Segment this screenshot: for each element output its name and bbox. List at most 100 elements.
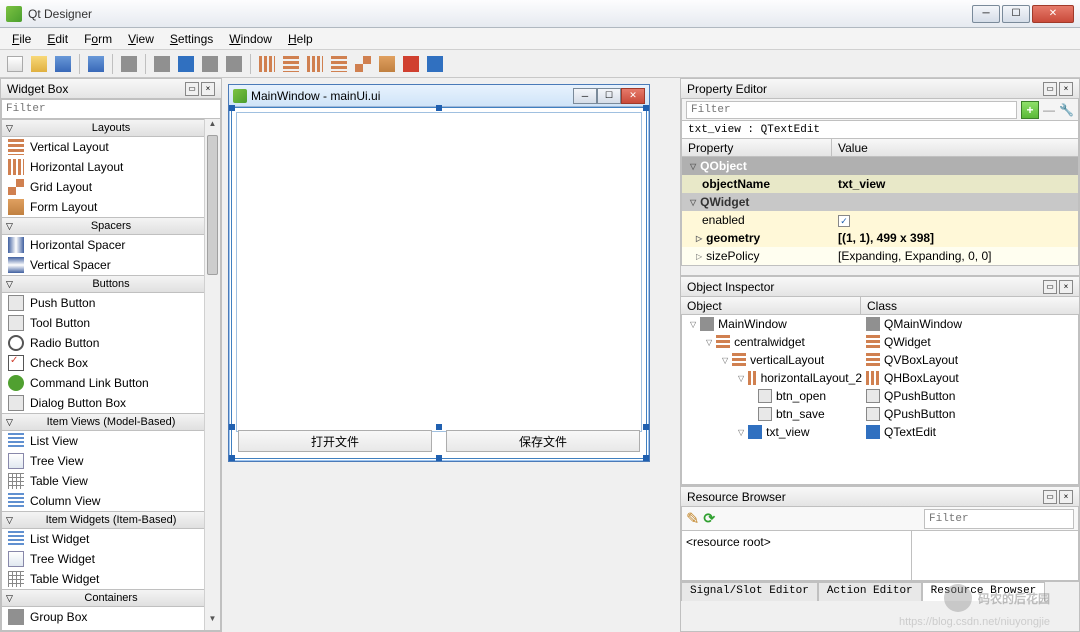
menu-view[interactable]: View xyxy=(120,30,162,48)
tool-editwidgets[interactable] xyxy=(151,53,173,75)
pe-body[interactable]: ▽QObject objectNametxt_view ▽QWidget ena… xyxy=(681,157,1079,266)
txtview-widget[interactable] xyxy=(236,112,642,432)
btn-open[interactable]: 打开文件 xyxy=(238,430,432,452)
pe-row-sizepolicy[interactable]: ▷sizePolicy[Expanding, Expanding, 0, 0] xyxy=(682,247,1078,265)
pe-row-enabled[interactable]: enabled✓ xyxy=(682,211,1078,229)
menu-file[interactable]: File xyxy=(4,30,39,48)
tool-new[interactable] xyxy=(4,53,26,75)
widgetbox-body[interactable]: ▽LayoutsVertical LayoutHorizontal Layout… xyxy=(1,119,221,631)
widgetbox-close-button[interactable]: × xyxy=(201,82,215,96)
tool-breaklayout[interactable] xyxy=(400,53,422,75)
wb-item[interactable]: List View xyxy=(2,431,220,451)
tool-save[interactable] xyxy=(52,53,74,75)
tool-edittabs[interactable] xyxy=(223,53,245,75)
wb-item[interactable]: Tree View xyxy=(2,451,220,471)
menu-help[interactable]: Help xyxy=(280,30,321,48)
wb-item[interactable]: Column View xyxy=(2,491,220,511)
wb-item[interactable]: Radio Button xyxy=(2,333,220,353)
close-button[interactable]: ✕ xyxy=(1032,5,1074,23)
pe-close-button[interactable]: × xyxy=(1059,82,1073,96)
tool-grid[interactable] xyxy=(352,53,374,75)
form-close-button[interactable]: ✕ xyxy=(621,88,645,104)
btn-save[interactable]: 保存文件 xyxy=(446,430,640,452)
tab-resource[interactable]: Resource Browser xyxy=(922,582,1046,601)
wb-category[interactable]: ▽Spacers xyxy=(2,217,220,235)
form-window[interactable]: MainWindow - mainUi.ui ─ ☐ ✕ 打开文件 保存文件 xyxy=(228,84,650,462)
pe-filter-input[interactable] xyxy=(686,101,1017,119)
pe-row-objectname[interactable]: objectNametxt_view xyxy=(682,175,1078,193)
pe-row-geometry[interactable]: ▷geometry[(1, 1), 499 x 398] xyxy=(682,229,1078,247)
wb-category[interactable]: ▽Item Widgets (Item-Based) xyxy=(2,511,220,529)
oi-close-button[interactable]: × xyxy=(1059,280,1073,294)
wb-item[interactable]: Tree Widget xyxy=(2,549,220,569)
tab-signalslot[interactable]: Signal/Slot Editor xyxy=(681,582,818,601)
widgetbox-float-button[interactable]: ▭ xyxy=(185,82,199,96)
pe-add-button[interactable]: + xyxy=(1021,101,1039,119)
pe-config-button[interactable]: 🔧 xyxy=(1059,103,1074,117)
wb-item[interactable]: Push Button xyxy=(2,293,220,313)
widgetbox-filter-input[interactable] xyxy=(1,99,221,119)
wb-item[interactable]: Vertical Spacer xyxy=(2,255,220,275)
form-body[interactable]: 打开文件 保存文件 xyxy=(231,107,647,459)
tool-editsignals[interactable] xyxy=(175,53,197,75)
tool-vsplit[interactable] xyxy=(328,53,350,75)
tool-sendback[interactable] xyxy=(118,53,140,75)
wb-item[interactable]: List Widget xyxy=(2,529,220,549)
scrollbar-thumb[interactable] xyxy=(207,135,218,275)
rb-close-button[interactable]: × xyxy=(1059,490,1073,504)
wb-item[interactable]: Form Layout xyxy=(2,197,220,217)
wb-item[interactable]: Table View xyxy=(2,471,220,491)
menu-settings[interactable]: Settings xyxy=(162,30,221,48)
oi-row[interactable]: ▽MainWindowQMainWindow xyxy=(682,315,1078,333)
wb-item[interactable]: Horizontal Layout xyxy=(2,157,220,177)
form-minimize-button[interactable]: ─ xyxy=(573,88,597,104)
wb-category[interactable]: ▽Layouts xyxy=(2,119,220,137)
pe-group-qobject[interactable]: ▽QObject xyxy=(682,157,1078,175)
minimize-button[interactable]: ─ xyxy=(972,5,1000,23)
oi-row[interactable]: ▽verticalLayoutQVBoxLayout xyxy=(682,351,1078,369)
rb-filter-input[interactable] xyxy=(924,509,1074,529)
rb-tree[interactable]: <resource root> xyxy=(682,531,912,580)
widgetbox-scrollbar[interactable]: ▲ ▼ xyxy=(204,119,220,630)
oi-float-button[interactable]: ▭ xyxy=(1043,280,1057,294)
tool-hlayout[interactable] xyxy=(256,53,278,75)
menu-form[interactable]: Form xyxy=(76,30,120,48)
form-maximize-button[interactable]: ☐ xyxy=(597,88,621,104)
tool-open[interactable] xyxy=(28,53,50,75)
tab-action[interactable]: Action Editor xyxy=(818,582,922,601)
wb-item[interactable]: Group Box xyxy=(2,607,220,627)
tool-saveall[interactable] xyxy=(85,53,107,75)
wb-category[interactable]: ▽Buttons xyxy=(2,275,220,293)
wb-item[interactable]: Vertical Layout xyxy=(2,137,220,157)
wb-item[interactable]: Check Box xyxy=(2,353,220,373)
wb-category[interactable]: ▽Item Views (Model-Based) xyxy=(2,413,220,431)
pe-minus-button[interactable]: — xyxy=(1043,103,1055,117)
oi-body[interactable]: ▽MainWindowQMainWindow▽centralwidgetQWid… xyxy=(681,315,1079,485)
pe-float-button[interactable]: ▭ xyxy=(1043,82,1057,96)
wb-item[interactable]: Command Link Button xyxy=(2,373,220,393)
oi-row[interactable]: ▽txt_viewQTextEdit xyxy=(682,423,1078,441)
rb-edit-icon[interactable]: ✎ xyxy=(686,509,699,529)
maximize-button[interactable]: ☐ xyxy=(1002,5,1030,23)
wb-item[interactable]: Grid Layout xyxy=(2,177,220,197)
form-titlebar[interactable]: MainWindow - mainUi.ui ─ ☐ ✕ xyxy=(229,85,649,107)
rb-reload-icon[interactable]: ⟳ xyxy=(703,510,715,527)
design-surface[interactable]: MainWindow - mainUi.ui ─ ☐ ✕ 打开文件 保存文件 xyxy=(222,78,680,632)
menu-edit[interactable]: Edit xyxy=(39,30,76,48)
wb-category[interactable]: ▽Containers xyxy=(2,589,220,607)
oi-row[interactable]: ▽horizontalLayout_2QHBoxLayout xyxy=(682,369,1078,387)
wb-item[interactable]: Dialog Button Box xyxy=(2,393,220,413)
rb-float-button[interactable]: ▭ xyxy=(1043,490,1057,504)
tool-hsplit[interactable] xyxy=(304,53,326,75)
oi-row[interactable]: btn_openQPushButton xyxy=(682,387,1078,405)
wb-item[interactable]: Horizontal Spacer xyxy=(2,235,220,255)
tool-editbuddies[interactable] xyxy=(199,53,221,75)
menu-window[interactable]: Window xyxy=(221,30,280,48)
enabled-checkbox[interactable]: ✓ xyxy=(838,215,850,227)
wb-item[interactable]: Tool Button xyxy=(2,313,220,333)
tool-adjustsize[interactable] xyxy=(424,53,446,75)
tool-formlayout[interactable] xyxy=(376,53,398,75)
pe-group-qwidget[interactable]: ▽QWidget xyxy=(682,193,1078,211)
oi-row[interactable]: ▽centralwidgetQWidget xyxy=(682,333,1078,351)
oi-row[interactable]: btn_saveQPushButton xyxy=(682,405,1078,423)
